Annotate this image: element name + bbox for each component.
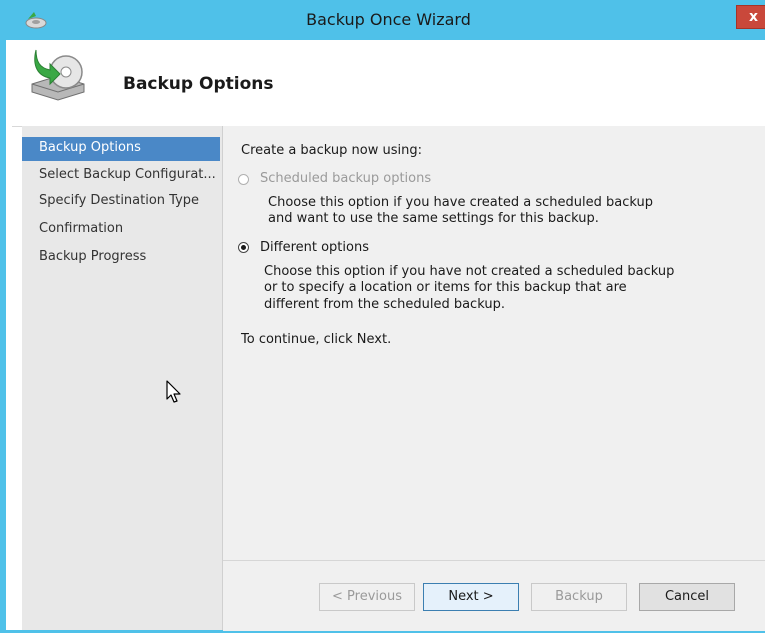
intro-text: Create a backup now using: [241, 143, 422, 158]
backup-disk-icon [31, 49, 85, 101]
mouse-pointer-icon [166, 380, 181, 403]
scheduled-options-radio[interactable] [238, 174, 249, 185]
wizard-steps-nav: Backup Options Select Backup Configurat.… [22, 126, 223, 630]
different-options-desc-1: Choose this option if you have not creat… [264, 264, 675, 279]
nav-item-specify-destination-type[interactable]: Specify Destination Type [22, 190, 220, 214]
page-title: Backup Options [123, 74, 274, 94]
nav-item-confirmation[interactable]: Confirmation [22, 218, 220, 242]
scheduled-options-label[interactable]: Scheduled backup options [260, 171, 431, 186]
different-options-desc-3: different from the scheduled backup. [264, 297, 505, 312]
scheduled-options-desc-1: Choose this option if you have created a… [268, 195, 653, 210]
previous-button[interactable]: < Previous [319, 583, 415, 611]
wizard-header: Backup Options [12, 40, 765, 127]
next-button[interactable]: Next > [423, 583, 519, 611]
scheduled-options-desc-2: and want to use the same settings for th… [268, 211, 599, 226]
radio-selected-dot [241, 245, 246, 250]
nav-item-backup-progress[interactable]: Backup Progress [22, 246, 220, 270]
close-button[interactable]: x [736, 5, 765, 29]
different-options-label[interactable]: Different options [260, 240, 369, 255]
backup-button[interactable]: Backup [531, 583, 627, 611]
different-options-desc-2: or to specify a location or items for th… [264, 280, 627, 295]
different-options-radio[interactable] [238, 242, 249, 253]
nav-item-select-backup-configuration[interactable]: Select Backup Configurat... [22, 164, 220, 188]
wizard-window: Backup Once Wizard x Backup Options Back… [0, 0, 765, 633]
cancel-button[interactable]: Cancel [639, 583, 735, 611]
nav-item-backup-options[interactable]: Backup Options [22, 137, 220, 161]
close-icon[interactable]: x [749, 9, 758, 25]
window-title: Backup Once Wizard [306, 10, 471, 29]
continue-text: To continue, click Next. [241, 332, 392, 347]
title-bar[interactable]: Backup Once Wizard x [6, 0, 765, 40]
